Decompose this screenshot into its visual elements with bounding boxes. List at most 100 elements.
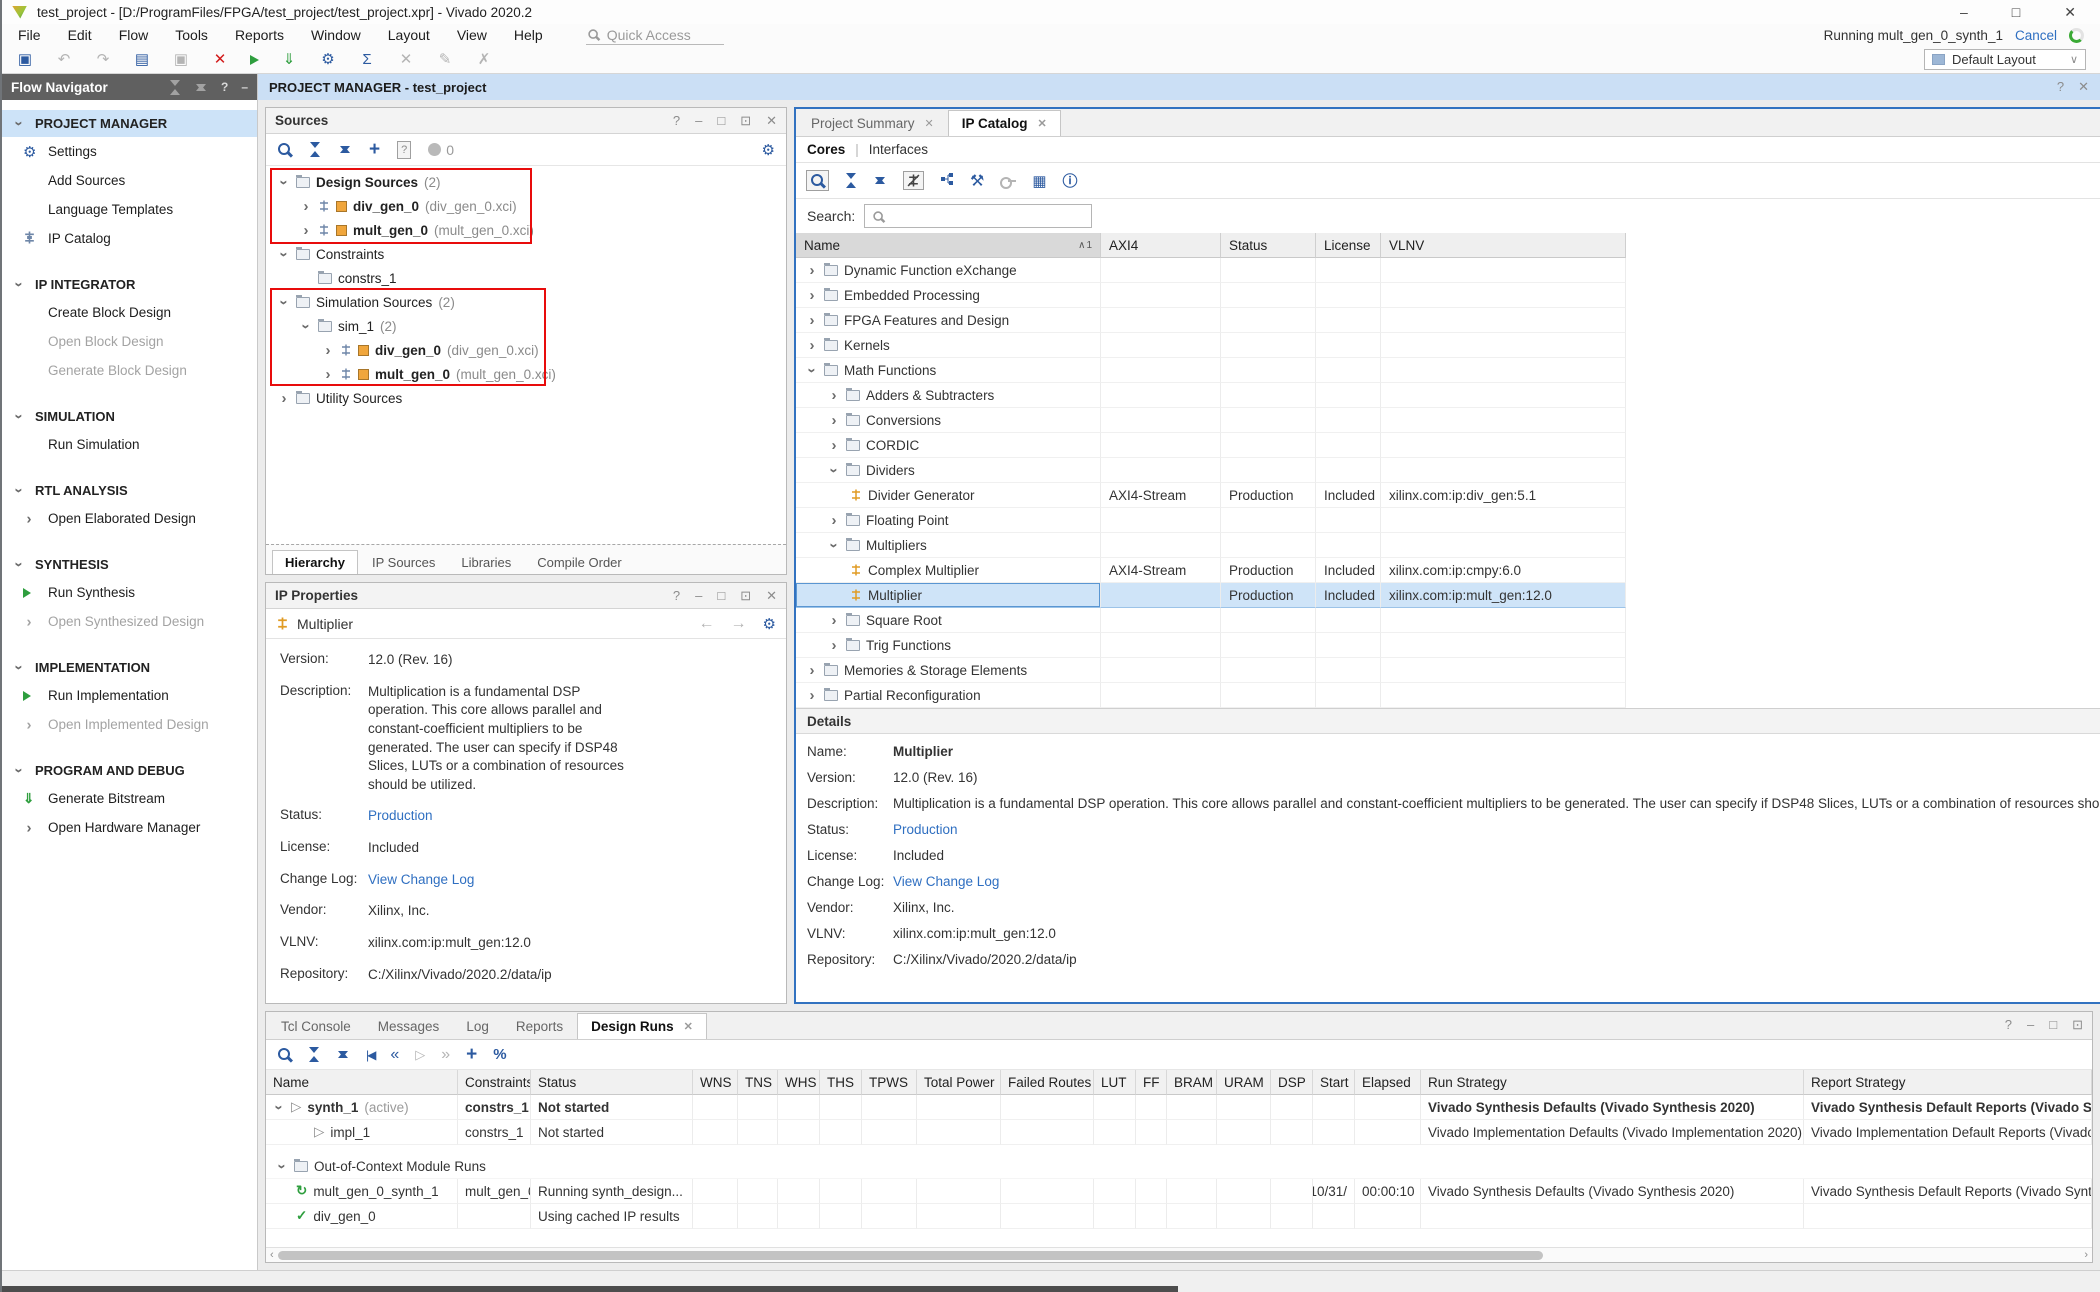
section-header-rtl-analysis[interactable]: ›RTL ANALYSIS [2,477,257,504]
catalog-row-embedded-processing[interactable]: ›Embedded Processing [796,283,1626,308]
help-icon[interactable]: ? [2057,79,2064,95]
collapse-all-icon[interactable] [309,142,322,157]
nav-item-language-templates[interactable]: Language Templates [2,195,257,224]
chevron-expanded-icon[interactable]: › [277,296,292,308]
nav-item-generate-bitstream[interactable]: ⇓Generate Bitstream [2,784,257,813]
wrench-icon[interactable]: ⚒ [970,171,984,191]
minimize-panel-icon[interactable]: – [2027,1017,2034,1033]
maximize-panel-icon[interactable]: □ [717,113,725,129]
column-header[interactable]: WHS [778,1070,820,1095]
column-header[interactable]: LUT [1094,1070,1136,1095]
chevron-right-icon[interactable]: › [828,388,840,403]
minimize-panel-icon[interactable]: – [695,113,702,129]
catalog-row-dividers[interactable]: ›Dividers [796,458,1626,483]
column-header[interactable]: Total Power [917,1070,1001,1095]
subtab-cores[interactable]: Cores [807,142,845,157]
column-header[interactable]: TNS [738,1070,778,1095]
chevron-expanded-icon[interactable]: › [272,1101,287,1113]
catalog-row-multiplier-selected[interactable]: MultiplierProductionIncludedxilinx.com:i… [796,583,1626,608]
tab-messages[interactable]: Messages [365,1014,453,1039]
minimize-panel-icon[interactable]: – [241,80,248,95]
copy-icon[interactable]: ▣ [172,52,190,67]
tree-item-design-sources[interactable]: ›Design Sources(2) [266,170,786,194]
cancel-run-link[interactable]: Cancel [2015,28,2057,43]
column-header-status[interactable]: Status [1221,233,1316,258]
search-toggle-icon[interactable] [806,170,829,191]
undo-icon[interactable]: ↶ [55,52,73,67]
chevron-right-icon[interactable]: › [828,513,840,528]
chevron-expanded-icon[interactable]: › [805,364,820,376]
tree-item-mult-gen-0[interactable]: ›mult_gen_0(mult_gen_0.xci) [266,218,786,242]
nav-item-settings[interactable]: ⚙Settings [2,137,257,166]
chevron-right-icon[interactable]: › [322,367,334,382]
chevron-right-icon[interactable]: › [300,199,312,214]
redo-icon[interactable]: ↷ [94,52,112,67]
catalog-row-floating-point[interactable]: ›Floating Point [796,508,1626,533]
chevron-right-icon[interactable]: › [828,438,840,453]
quick-access-search[interactable]: Quick Access [586,26,724,45]
column-header[interactable]: BRAM [1167,1070,1217,1095]
tab-hierarchy[interactable]: Hierarchy [272,550,358,574]
view-change-log-link[interactable]: View Change Log [368,871,630,890]
design-run-row-synth-1[interactable]: ›▷synth_1(active) constrs_1 Not started … [266,1095,2092,1120]
float-panel-icon[interactable]: ⊡ [2072,1017,2083,1033]
expand-all-icon[interactable] [337,1047,350,1062]
minimize-panel-icon[interactable]: – [695,588,702,604]
close-panel-icon[interactable]: ✕ [766,588,777,604]
close-tab-icon[interactable]: ✕ [1038,117,1047,130]
design-run-row-impl-1[interactable]: ›▷impl_1 constrs_1 Not started Vivado Im… [266,1120,2092,1145]
hide-incompatible-ip-icon[interactable] [903,171,924,190]
design-run-row-div-gen-0[interactable]: ✓div_gen_0 Using cached IP results [266,1204,2092,1229]
tab-reports[interactable]: Reports [503,1014,576,1039]
delete-icon[interactable]: ✕ [211,52,229,67]
nav-item-add-sources[interactable]: Add Sources [2,166,257,195]
search-icon[interactable] [277,142,292,157]
catalog-row-complex-multiplier[interactable]: Complex MultiplierAXI4-StreamProductionI… [796,558,1626,583]
tree-item-sim-1[interactable]: ›sim_1(2) [266,314,786,338]
catalog-row-divider-generator[interactable]: Divider GeneratorAXI4-StreamProductionIn… [796,483,1626,508]
view-change-log-link[interactable]: View Change Log [893,874,2100,889]
float-panel-icon[interactable]: ⊡ [740,588,751,604]
column-header[interactable]: Elapsed [1355,1070,1421,1095]
tree-item-sim-div-gen-0[interactable]: ›div_gen_0(div_gen_0.xci) [266,338,786,362]
tree-item-utility-sources[interactable]: ›Utility Sources [266,386,786,410]
expand-all-icon[interactable] [874,173,887,188]
nav-item-create-block-design[interactable]: Create Block Design [2,298,257,327]
column-header[interactable]: Report Strategy [1804,1070,2092,1095]
catalog-row-cordic[interactable]: ›CORDIC [796,433,1626,458]
maximize-panel-icon[interactable]: □ [2049,1017,2057,1033]
chevron-right-icon[interactable]: › [828,413,840,428]
catalog-row-memories-storage[interactable]: ›Memories & Storage Elements [796,658,1626,683]
column-header[interactable]: THS [820,1070,862,1095]
run-icon[interactable] [250,55,259,65]
chevron-right-icon[interactable]: › [828,638,840,653]
chevron-right-icon[interactable]: › [806,663,818,678]
chevron-right-icon[interactable]: › [300,223,312,238]
settings-gear-icon[interactable]: ⚙ [762,141,775,159]
collapse-all-icon[interactable] [845,173,858,188]
catalog-row-square-root[interactable]: ›Square Root [796,608,1626,633]
tree-item-constrs-1[interactable]: ›constrs_1 [266,266,786,290]
column-header[interactable]: Run Strategy [1421,1070,1804,1095]
menu-layout[interactable]: Layout [388,27,430,43]
collapse-all-icon[interactable] [169,80,182,95]
chevron-right-icon[interactable]: › [806,263,818,278]
search-input[interactable] [864,204,1092,228]
tree-item-sim-mult-gen-0[interactable]: ›mult_gen_0(mult_gen_0.xci) [266,362,786,386]
column-header[interactable]: DSP [1271,1070,1313,1095]
chevron-right-icon[interactable]: › [806,338,818,353]
nav-item-open-elaborated-design[interactable]: ›Open Elaborated Design [2,504,257,533]
subtab-interfaces[interactable]: Interfaces [869,142,928,157]
float-panel-icon[interactable]: ⊡ [740,113,751,129]
close-panel-icon[interactable]: ✕ [766,113,777,129]
menu-tools[interactable]: Tools [175,27,208,43]
maximize-panel-icon[interactable]: □ [717,588,725,604]
horizontal-scrollbar[interactable]: ‹ › [266,1247,2092,1262]
nav-item-ip-catalog[interactable]: IP Catalog [2,224,257,253]
tree-item-simulation-sources[interactable]: ›Simulation Sources(2) [266,290,786,314]
chevron-expanded-icon[interactable]: › [299,320,314,332]
chevron-right-icon[interactable]: › [806,313,818,328]
menu-help[interactable]: Help [514,27,543,43]
section-header-program-and-debug[interactable]: ›PROGRAM AND DEBUG [2,757,257,784]
info-icon[interactable]: ⓘ [1063,170,1078,191]
